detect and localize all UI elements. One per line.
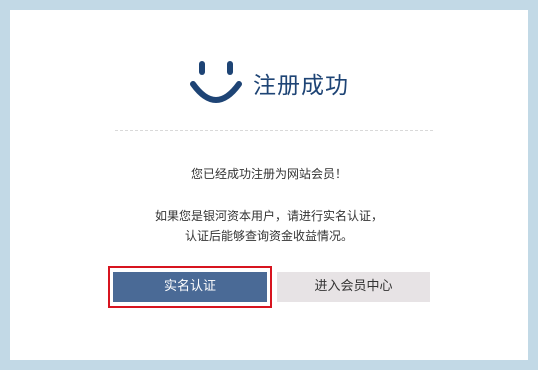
smiley-icon	[190, 61, 242, 103]
real-name-verify-button[interactable]: 实名认证	[113, 272, 267, 302]
success-header: 注册成功	[10, 58, 528, 108]
verification-prompt-line1: 如果您是银河资本用户，请进行实名认证，	[154, 209, 383, 223]
member-center-button[interactable]: 进入会员中心	[277, 272, 430, 302]
dialog-title: 注册成功	[253, 73, 349, 99]
dashed-divider	[115, 130, 433, 131]
dialog-panel: 注册成功 您已经成功注册为网站会员！ 如果您是银河资本用户，请进行实名认证， 认…	[10, 10, 528, 360]
verification-prompt-line2: 认证后能够查询资金收益情况。	[184, 229, 353, 243]
success-message: 您已经成功注册为网站会员！	[190, 167, 347, 181]
registration-success-dialog: 注册成功 您已经成功注册为网站会员！ 如果您是银河资本用户，请进行实名认证， 认…	[0, 0, 538, 370]
